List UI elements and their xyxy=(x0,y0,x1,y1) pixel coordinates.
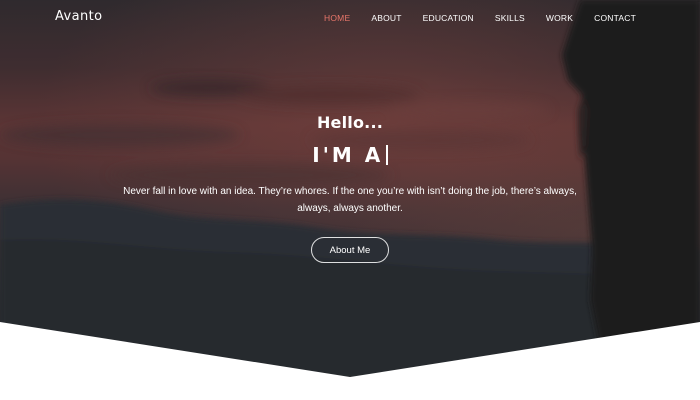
nav-item-contact[interactable]: CONTACT xyxy=(594,13,636,23)
brand-logo[interactable]: Avanto xyxy=(55,9,102,24)
hero-content: Hello... I'M A Never fall in love with a… xyxy=(0,113,700,263)
hero-greeting: Hello... xyxy=(316,113,384,132)
about-me-button[interactable]: About Me xyxy=(311,237,389,263)
nav-item-work[interactable]: WORK xyxy=(546,13,573,23)
page: Avanto HOME ABOUT EDUCATION SKILLS WORK … xyxy=(0,0,700,400)
nav-item-education[interactable]: EDUCATION xyxy=(423,13,474,23)
typed-headline: I'M A xyxy=(0,143,700,167)
nav-item-skills[interactable]: SKILLS xyxy=(495,13,525,23)
nav-item-home[interactable]: HOME xyxy=(324,13,350,23)
nav-menu: HOME ABOUT EDUCATION SKILLS WORK CONTACT xyxy=(324,13,636,23)
typed-text: I'M A xyxy=(312,143,384,167)
hero-quote: Never fall in love with an idea. They’re… xyxy=(123,186,577,214)
navbar: Avanto HOME ABOUT EDUCATION SKILLS WORK … xyxy=(0,0,700,38)
typing-cursor xyxy=(386,145,388,165)
nav-item-about[interactable]: ABOUT xyxy=(371,13,401,23)
